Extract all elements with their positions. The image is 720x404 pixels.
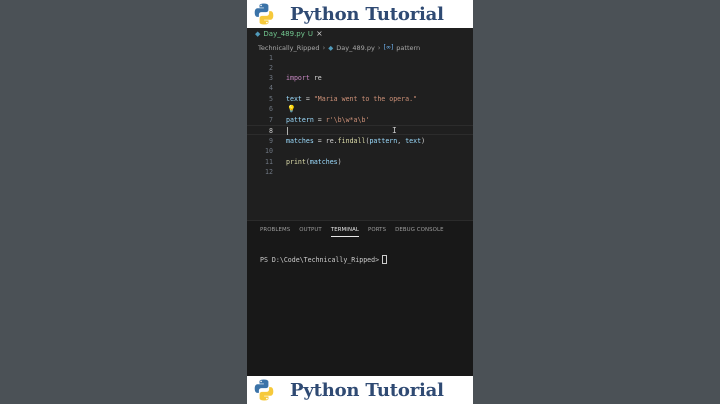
editor-tab-day489[interactable]: ◆ Day_489.py U × xyxy=(255,28,323,39)
python-logo-icon xyxy=(254,3,274,25)
mouse-ibeam-icon: I xyxy=(392,126,397,135)
line-number: 11 xyxy=(265,158,273,166)
code-line: 5 text = "Maria went to the opera." xyxy=(247,94,473,104)
code-text: print(matches) xyxy=(286,158,342,166)
line-number: 2 xyxy=(269,64,273,72)
breadcrumb-folder[interactable]: Technically_Ripped xyxy=(258,44,319,52)
code-line: 7 pattern = r'\b\w*a\b' xyxy=(247,115,473,125)
code-line: 10 xyxy=(247,146,473,156)
code-text: pattern = r'\b\w*a\b' xyxy=(286,116,370,124)
code-editor[interactable]: 1 2 3 import re 4 5 text = "Maria went t… xyxy=(247,52,473,220)
close-icon[interactable]: × xyxy=(316,29,323,38)
top-banner: Python Tutorial xyxy=(247,0,473,28)
terminal-output[interactable]: PS D:\Code\Technically_Ripped> xyxy=(260,255,388,264)
banner-title: Python Tutorial xyxy=(290,3,444,25)
code-text: import re xyxy=(286,74,322,82)
tab-problems[interactable]: PROBLEMS xyxy=(260,225,290,237)
video-frame: Python Tutorial ◆ Day_489.py U × Technic… xyxy=(247,0,473,404)
bottom-panel: PROBLEMS OUTPUT TERMINAL PORTS DEBUG CON… xyxy=(247,220,473,376)
tab-output[interactable]: OUTPUT xyxy=(299,225,322,237)
tab-debug-console[interactable]: DEBUG CONSOLE xyxy=(395,225,444,237)
code-line: 1 xyxy=(247,53,473,63)
line-number: 3 xyxy=(269,74,273,82)
line-number: 8 xyxy=(269,127,273,135)
python-file-icon: ◆ xyxy=(328,43,334,52)
line-number: 1 xyxy=(269,54,273,62)
code-line: 2 xyxy=(247,63,473,73)
line-number: 9 xyxy=(269,137,273,145)
code-line-current: 8 I xyxy=(247,125,473,135)
python-file-icon: ◆ xyxy=(255,29,261,38)
banner-title: Python Tutorial xyxy=(290,379,444,401)
line-number: 7 xyxy=(269,116,273,124)
python-logo-icon xyxy=(254,379,274,401)
tab-status: U xyxy=(307,29,314,38)
chevron-right-icon: › xyxy=(377,43,381,52)
code-line: 3 import re xyxy=(247,73,473,83)
breadcrumb-file[interactable]: Day_489.py xyxy=(336,44,375,52)
tab-ports[interactable]: PORTS xyxy=(368,225,386,237)
tab-terminal[interactable]: TERMINAL xyxy=(330,225,360,237)
code-line: 11 print(matches) xyxy=(247,157,473,167)
editor-tab-bar: ◆ Day_489.py U × xyxy=(247,28,473,40)
text-caret xyxy=(287,127,288,135)
variable-icon: [∞] xyxy=(383,44,394,51)
chevron-right-icon: › xyxy=(322,43,326,52)
breadcrumb-symbol[interactable]: pattern xyxy=(396,44,420,52)
code-line: 12 xyxy=(247,167,473,177)
tab-filename: Day_489.py xyxy=(263,29,305,38)
line-number: 5 xyxy=(269,95,273,103)
lightbulb-icon[interactable]: 💡 xyxy=(287,104,296,114)
line-number: 6 xyxy=(269,105,273,113)
bottom-banner: Python Tutorial xyxy=(247,376,473,404)
panel-tabs: PROBLEMS OUTPUT TERMINAL PORTS DEBUG CON… xyxy=(260,225,444,237)
line-number: 10 xyxy=(265,147,273,155)
line-number: 4 xyxy=(269,84,273,92)
code-line: 6 💡 xyxy=(247,104,473,114)
line-number: 12 xyxy=(265,168,273,176)
code-line: 4 xyxy=(247,83,473,93)
terminal-prompt: PS D:\Code\Technically_Ripped> xyxy=(260,255,380,264)
code-line: 9 matches = re.findall(pattern, text) xyxy=(247,136,473,146)
terminal-cursor xyxy=(382,255,388,264)
code-text: matches = re.findall(pattern, text) xyxy=(286,137,426,145)
code-text: text = "Maria went to the opera." xyxy=(286,95,418,103)
